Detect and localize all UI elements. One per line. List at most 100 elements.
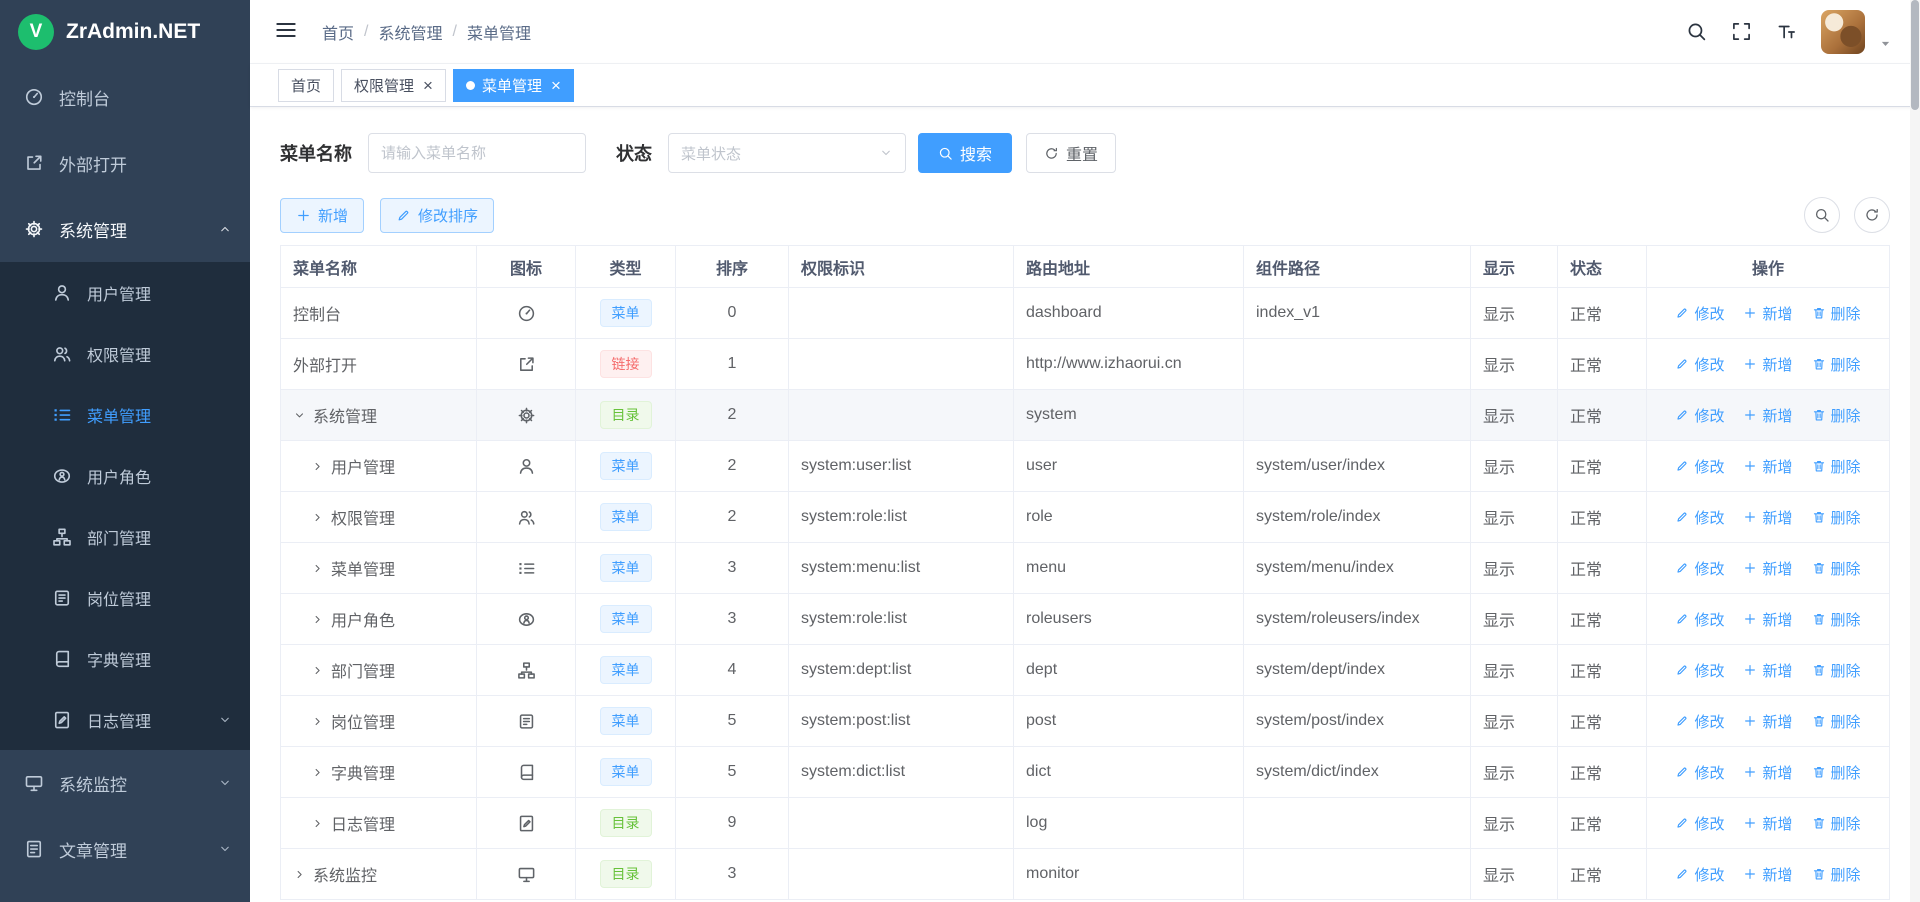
- delete-action[interactable]: 删除: [1812, 711, 1861, 732]
- cell-type: 链接: [576, 339, 676, 390]
- sidebar-item-10[interactable]: 日志管理: [0, 689, 250, 750]
- edit-action[interactable]: 修改: [1675, 456, 1724, 477]
- delete-action[interactable]: 删除: [1812, 456, 1861, 477]
- add-action[interactable]: 新增: [1743, 507, 1792, 528]
- cell-component: system/post/index: [1244, 696, 1471, 747]
- edit-action[interactable]: 修改: [1675, 303, 1724, 324]
- add-action[interactable]: 新增: [1743, 762, 1792, 783]
- tab-0[interactable]: 首页: [278, 69, 334, 102]
- font-size-icon[interactable]: [1776, 21, 1797, 42]
- sidebar-item-2[interactable]: 系统管理: [0, 196, 250, 262]
- chevron-right-icon[interactable]: [311, 460, 324, 473]
- chevron-down-icon[interactable]: [293, 409, 306, 422]
- chevron-right-icon[interactable]: [311, 766, 324, 779]
- avatar[interactable]: [1821, 10, 1865, 54]
- add-action[interactable]: 新增: [1743, 813, 1792, 834]
- plus-icon: [296, 208, 311, 223]
- search-icon[interactable]: [1686, 21, 1707, 42]
- add-action[interactable]: 新增: [1743, 609, 1792, 630]
- add-action[interactable]: 新增: [1743, 711, 1792, 732]
- delete-action[interactable]: 删除: [1812, 303, 1861, 324]
- edit-action[interactable]: 修改: [1675, 711, 1724, 732]
- add-action[interactable]: 新增: [1743, 864, 1792, 885]
- delete-action[interactable]: 删除: [1812, 660, 1861, 681]
- chevron-right-icon[interactable]: [311, 817, 324, 830]
- add-action[interactable]: 新增: [1743, 456, 1792, 477]
- cell-order: 2: [676, 390, 789, 441]
- edit-action[interactable]: 修改: [1675, 354, 1724, 375]
- delete-action[interactable]: 删除: [1812, 354, 1861, 375]
- delete-action[interactable]: 删除: [1812, 609, 1861, 630]
- sidebar-item-0[interactable]: 控制台: [0, 64, 250, 130]
- edit-action[interactable]: 修改: [1675, 813, 1724, 834]
- add-action[interactable]: 新增: [1743, 558, 1792, 579]
- sidebar-collapse-button[interactable]: [266, 10, 306, 53]
- add-action[interactable]: 新增: [1743, 354, 1792, 375]
- breadcrumb-item-1[interactable]: 系统管理: [378, 20, 442, 44]
- add-action[interactable]: 新增: [1743, 303, 1792, 324]
- edit-action[interactable]: 修改: [1675, 405, 1724, 426]
- sidebar-item-11[interactable]: 系统监控: [0, 750, 250, 816]
- close-icon[interactable]: ×: [423, 77, 433, 94]
- add-action[interactable]: 新增: [1743, 405, 1792, 426]
- chevron-right-icon[interactable]: [293, 868, 306, 881]
- edit-action[interactable]: 修改: [1675, 660, 1724, 681]
- row-actions: 修改新增删除: [1659, 609, 1877, 630]
- sidebar-item-8[interactable]: 岗位管理: [0, 567, 250, 628]
- sidebar-item-9[interactable]: 字典管理: [0, 628, 250, 689]
- fullscreen-icon[interactable]: [1731, 21, 1752, 42]
- delete-action[interactable]: 删除: [1812, 762, 1861, 783]
- edit-action-label: 修改: [1694, 456, 1724, 477]
- edit-action[interactable]: 修改: [1675, 864, 1724, 885]
- add-action[interactable]: 新增: [1743, 660, 1792, 681]
- scrollbar-thumb[interactable]: [1911, 0, 1919, 110]
- menu-name-input[interactable]: [368, 133, 586, 173]
- sidebar-item-12[interactable]: 文章管理: [0, 816, 250, 882]
- edit-action-label: 修改: [1694, 507, 1724, 528]
- tab-1[interactable]: 权限管理×: [341, 69, 446, 102]
- caret-down-icon[interactable]: [1879, 37, 1892, 50]
- reset-button[interactable]: 重置: [1026, 133, 1116, 173]
- add-button[interactable]: 新增: [280, 198, 364, 233]
- search-button[interactable]: 搜索: [918, 133, 1012, 173]
- sidebar-item-5[interactable]: 菜单管理: [0, 384, 250, 445]
- cell-perm: system:role:list: [789, 492, 1014, 543]
- sidebar-item-1[interactable]: 外部打开: [0, 130, 250, 196]
- edit-action[interactable]: 修改: [1675, 609, 1724, 630]
- delete-action[interactable]: 删除: [1812, 507, 1861, 528]
- sidebar-item-4[interactable]: 权限管理: [0, 323, 250, 384]
- chevron-right-icon[interactable]: [311, 562, 324, 575]
- column-header-component: 组件路径: [1244, 246, 1471, 288]
- chevron-right-icon[interactable]: [311, 664, 324, 677]
- plus-icon: [1743, 408, 1757, 422]
- delete-action[interactable]: 删除: [1812, 813, 1861, 834]
- refresh-table-button[interactable]: [1854, 197, 1890, 233]
- add-action-label: 新增: [1762, 660, 1792, 681]
- delete-action[interactable]: 删除: [1812, 405, 1861, 426]
- sidebar-item-6[interactable]: 用户角色: [0, 445, 250, 506]
- edit-action[interactable]: 修改: [1675, 507, 1724, 528]
- breadcrumb-item-0[interactable]: 首页: [322, 20, 354, 44]
- cell-type: 菜单: [576, 441, 676, 492]
- page-scrollbar[interactable]: [1910, 0, 1920, 902]
- menu-name: 菜单管理: [331, 556, 395, 580]
- breadcrumb-item-2[interactable]: 菜单管理: [467, 20, 531, 44]
- edit-action[interactable]: 修改: [1675, 558, 1724, 579]
- add-action-label: 新增: [1762, 456, 1792, 477]
- toggle-search-button[interactable]: [1804, 197, 1840, 233]
- edit-sort-button[interactable]: 修改排序: [380, 198, 494, 233]
- chevron-right-icon[interactable]: [311, 511, 324, 524]
- delete-icon: [1812, 408, 1826, 422]
- status-label: 状态: [616, 140, 652, 166]
- delete-action[interactable]: 删除: [1812, 558, 1861, 579]
- edit-action[interactable]: 修改: [1675, 762, 1724, 783]
- chevron-right-icon[interactable]: [311, 715, 324, 728]
- sidebar-item-3[interactable]: 用户管理: [0, 262, 250, 323]
- menu-status-select[interactable]: 菜单状态: [668, 133, 906, 173]
- sidebar-item-7[interactable]: 部门管理: [0, 506, 250, 567]
- close-icon[interactable]: ×: [551, 77, 561, 94]
- column-header-ops: 操作: [1647, 246, 1890, 288]
- chevron-right-icon[interactable]: [311, 613, 324, 626]
- delete-action[interactable]: 删除: [1812, 864, 1861, 885]
- tab-2[interactable]: 菜单管理×: [453, 69, 574, 102]
